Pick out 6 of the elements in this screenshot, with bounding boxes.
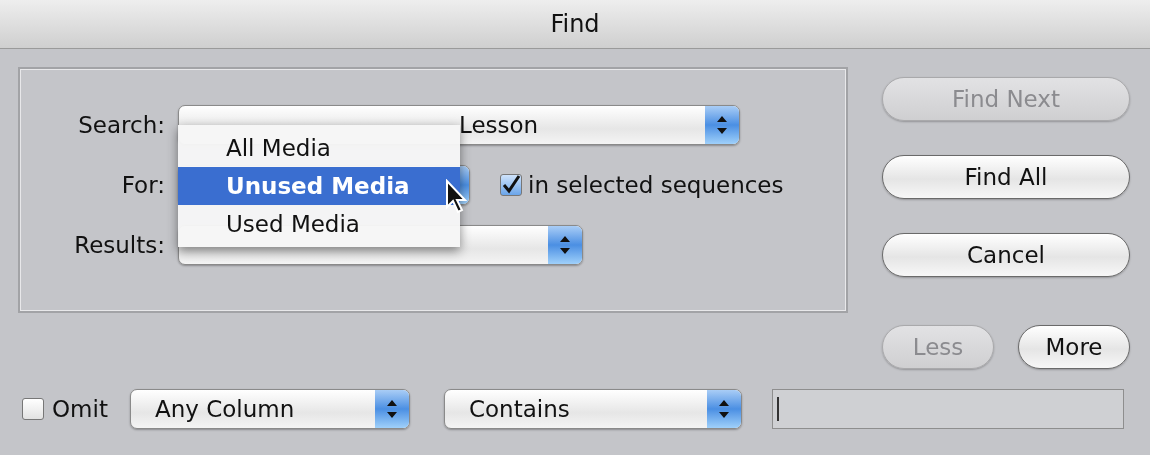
field-label: Search:	[77, 112, 165, 138]
field-label: Results:	[73, 232, 165, 258]
checkbox-label: in selected sequences	[528, 172, 784, 198]
checkbox-label: Omit	[52, 396, 108, 422]
window-title: Find	[550, 10, 600, 38]
field-label: For:	[120, 172, 165, 198]
